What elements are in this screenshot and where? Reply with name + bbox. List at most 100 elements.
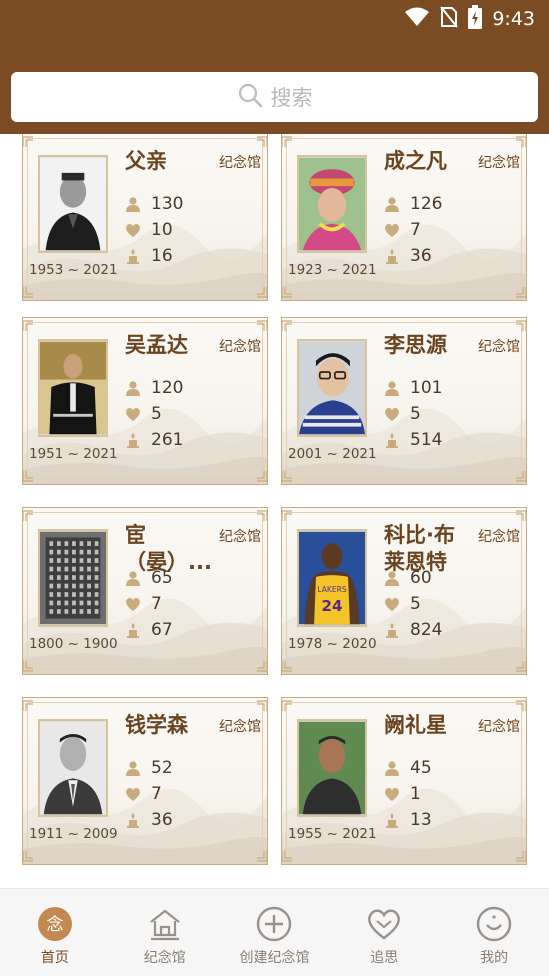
memorial-card[interactable]: 1923 ~ 2021 成之凡 纪念馆 126 7 36 bbox=[281, 134, 527, 301]
candle-count: 67 bbox=[151, 620, 173, 640]
corner-ornament-icon bbox=[256, 851, 267, 864]
corner-ornament-icon bbox=[23, 698, 34, 711]
portrait-photo[interactable] bbox=[297, 719, 367, 817]
nav-hall[interactable]: 纪念馆 bbox=[110, 889, 220, 976]
status-bar: 9:43 bbox=[0, 0, 549, 38]
person-icon bbox=[126, 381, 140, 396]
life-years: 1978 ~ 2020 bbox=[288, 636, 377, 652]
nav-create[interactable]: 创建纪念馆 bbox=[220, 889, 330, 976]
wifi-icon bbox=[404, 7, 430, 31]
corner-ornament-icon bbox=[515, 318, 526, 331]
visitor-stat: 126 bbox=[384, 194, 442, 214]
like-stat: 5 bbox=[384, 594, 421, 614]
portrait-photo[interactable] bbox=[38, 155, 108, 253]
visitor-stat: 52 bbox=[125, 758, 173, 778]
portrait-photo[interactable]: LAKERS 24 bbox=[297, 529, 367, 627]
heart-icon bbox=[385, 788, 399, 801]
like-count: 7 bbox=[410, 220, 421, 240]
like-count: 5 bbox=[151, 404, 162, 424]
visitor-count: 60 bbox=[410, 568, 432, 588]
life-years: 1800 ~ 1900 bbox=[29, 636, 118, 652]
hall-label: 纪念馆 bbox=[219, 529, 261, 545]
corner-ornament-icon bbox=[282, 851, 293, 864]
person-icon bbox=[385, 197, 399, 212]
visitor-stat: 45 bbox=[384, 758, 432, 778]
svg-text:LAKERS: LAKERS bbox=[317, 585, 346, 594]
candle-icon bbox=[386, 623, 398, 638]
like-count: 7 bbox=[151, 784, 162, 804]
memorial-card[interactable]: 1911 ~ 2009 钱学森 纪念馆 52 7 36 bbox=[22, 697, 268, 865]
memorial-card[interactable]: 1955 ~ 2021 阙礼星 纪念馆 45 1 13 bbox=[281, 697, 527, 865]
corner-ornament-icon bbox=[515, 287, 526, 300]
search-icon bbox=[237, 82, 263, 112]
corner-ornament-icon bbox=[282, 471, 293, 484]
corner-ornament-icon bbox=[256, 698, 267, 711]
memorial-card[interactable]: LAKERS 24 1978 ~ 2020 科比·布莱恩特 纪念馆 60 5 824 bbox=[281, 507, 527, 675]
life-years: 1923 ~ 2021 bbox=[288, 262, 377, 278]
hall-label: 纪念馆 bbox=[219, 339, 261, 355]
person-name: 父亲 bbox=[125, 149, 167, 173]
like-stat: 7 bbox=[125, 594, 162, 614]
person-name: 吴孟达 bbox=[125, 333, 188, 357]
nav-mine[interactable]: 我的 bbox=[439, 889, 549, 976]
search-placeholder: 搜索 bbox=[270, 86, 313, 110]
hall-label: 纪念馆 bbox=[478, 529, 520, 545]
candle-icon bbox=[127, 433, 139, 448]
portrait-photo[interactable] bbox=[38, 529, 108, 627]
candle-stat: 514 bbox=[384, 430, 442, 450]
visitor-stat: 60 bbox=[384, 568, 432, 588]
corner-ornament-icon bbox=[515, 134, 526, 147]
nav-label-create: 创建纪念馆 bbox=[239, 950, 310, 966]
smile-icon bbox=[476, 906, 512, 942]
candle-count: 36 bbox=[151, 810, 173, 830]
like-count: 5 bbox=[410, 594, 421, 614]
like-count: 10 bbox=[151, 220, 173, 240]
candle-stat: 13 bbox=[384, 810, 432, 830]
portrait-photo[interactable] bbox=[38, 339, 108, 437]
nav-label-remembrance: 追思 bbox=[370, 950, 399, 966]
visitor-count: 101 bbox=[410, 378, 443, 398]
memorial-card[interactable]: 2001 ~ 2021 李思源 纪念馆 101 5 514 bbox=[281, 317, 527, 485]
like-stat: 5 bbox=[384, 404, 421, 424]
corner-ornament-icon bbox=[23, 287, 34, 300]
life-years: 1951 ~ 2021 bbox=[29, 446, 118, 462]
nav-home[interactable]: 念 首页 bbox=[0, 889, 110, 976]
hall-label: 纪念馆 bbox=[478, 339, 520, 355]
like-count: 7 bbox=[151, 594, 162, 614]
candle-count: 261 bbox=[151, 430, 184, 450]
corner-ornament-icon bbox=[256, 287, 267, 300]
home-memorial-icon: 念 bbox=[37, 907, 72, 941]
heart-icon bbox=[368, 909, 401, 940]
portrait-photo[interactable] bbox=[297, 339, 367, 437]
portrait-photo[interactable] bbox=[38, 719, 108, 817]
visitor-count: 65 bbox=[151, 568, 173, 588]
search-input[interactable]: 搜索 bbox=[11, 72, 538, 122]
status-time: 9:43 bbox=[492, 8, 535, 30]
hall-icon bbox=[150, 909, 180, 941]
memorial-card[interactable]: 1800 ~ 1900 宦（晏）... 纪念馆 65 7 67 bbox=[22, 507, 268, 675]
corner-ornament-icon bbox=[282, 661, 293, 674]
corner-ornament-icon bbox=[256, 134, 267, 147]
visitor-stat: 101 bbox=[384, 378, 442, 398]
portrait-photo[interactable] bbox=[297, 155, 367, 253]
corner-ornament-icon bbox=[515, 471, 526, 484]
life-years: 1955 ~ 2021 bbox=[288, 826, 377, 842]
corner-ornament-icon bbox=[23, 471, 34, 484]
heart-icon bbox=[385, 224, 399, 237]
plus-circle-icon bbox=[257, 906, 292, 942]
memorial-card[interactable]: 1951 ~ 2021 吴孟达 纪念馆 120 5 261 bbox=[22, 317, 268, 485]
nav-remembrance[interactable]: 追思 bbox=[329, 889, 439, 976]
memorial-card[interactable]: 1953 ~ 2021 父亲 纪念馆 130 10 16 bbox=[22, 134, 268, 301]
hall-label: 纪念馆 bbox=[219, 719, 261, 735]
corner-ornament-icon bbox=[282, 508, 293, 521]
visitor-stat: 130 bbox=[125, 194, 183, 214]
person-name: 李思源 bbox=[384, 333, 447, 357]
corner-ornament-icon bbox=[515, 851, 526, 864]
memorial-grid: 1953 ~ 2021 父亲 纪念馆 130 10 16 1923 ~ 2021 成之凡 纪念馆… bbox=[0, 134, 549, 888]
like-count: 1 bbox=[410, 784, 421, 804]
visitor-count: 126 bbox=[410, 194, 443, 214]
candle-stat: 36 bbox=[125, 810, 173, 830]
corner-ornament-icon bbox=[23, 851, 34, 864]
svg-text:24: 24 bbox=[322, 597, 343, 615]
heart-icon bbox=[126, 788, 140, 801]
